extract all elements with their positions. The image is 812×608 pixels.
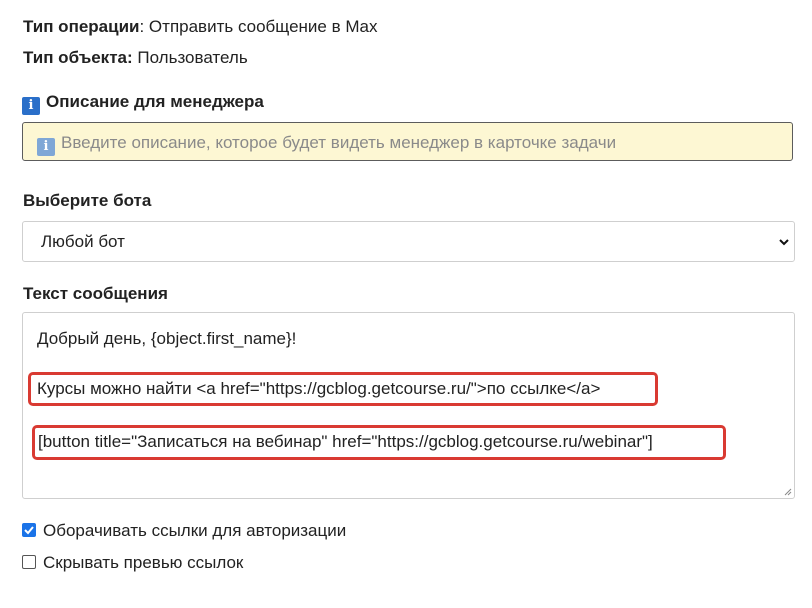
check-icon [24, 526, 34, 535]
object-type-label: Тип объекта: [23, 48, 133, 67]
message-text-label: Текст сообщения [23, 284, 168, 303]
message-line-greeting: Добрый день, {object.first_name}! [37, 329, 297, 348]
hide-previews-option[interactable]: Скрывать превью ссылок [22, 553, 243, 573]
object-type-row: Тип объекта: Пользователь [23, 48, 248, 68]
message-line-button: [button title="Записаться на вебинар" hr… [38, 432, 653, 451]
wrap-links-label: Оборачивать ссылки для авторизации [43, 521, 347, 540]
hide-previews-label: Скрывать превью ссылок [43, 553, 244, 572]
operation-type-label: Тип операции [23, 17, 140, 36]
description-title-text: Описание для менеджера [46, 92, 264, 111]
message-textarea[interactable]: Добрый день, {object.first_name}! Курсы … [22, 312, 795, 499]
info-icon: i [37, 138, 55, 156]
bot-select[interactable]: Любой бот [22, 221, 795, 262]
operation-type-row: Тип операции: Отправить сообщение в Max [23, 17, 377, 37]
chevron-down-icon [779, 239, 789, 246]
bot-select-label: Выберите бота [23, 191, 152, 210]
description-placeholder: Введите описание, которое будет видеть м… [61, 133, 617, 152]
info-icon: i [22, 97, 40, 115]
operation-type-value: : Отправить сообщение в Max [139, 17, 378, 36]
hide-previews-checkbox[interactable] [22, 555, 36, 569]
object-type-value: Пользователь [132, 48, 248, 67]
message-line-link: Курсы можно найти <a href="https://gcblo… [37, 379, 601, 398]
description-title: i Описание для менеджера [22, 92, 264, 115]
description-input[interactable]: i Введите описание, которое будет видеть … [22, 122, 793, 161]
resize-handle-icon[interactable] [782, 486, 792, 496]
wrap-links-checkbox[interactable] [22, 523, 36, 537]
bot-select-value: Любой бот [41, 232, 125, 251]
wrap-links-option[interactable]: Оборачивать ссылки для авторизации [22, 521, 346, 541]
